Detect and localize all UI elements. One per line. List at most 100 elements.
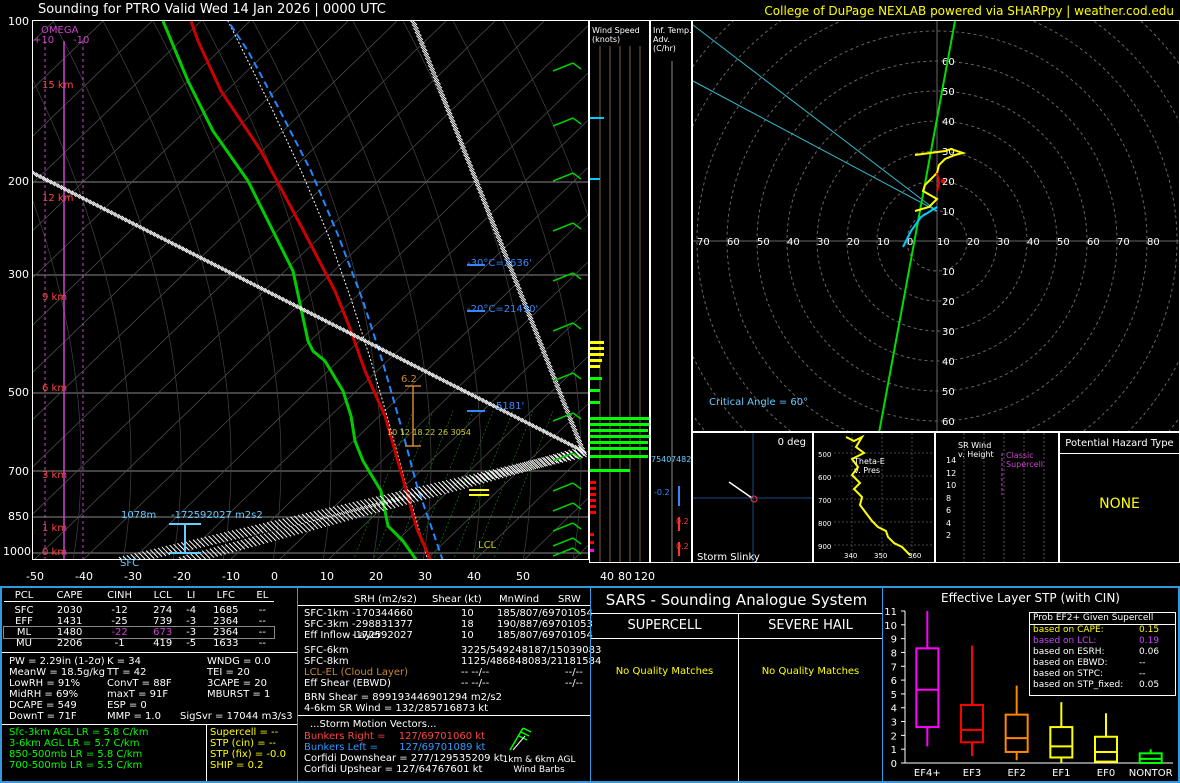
- hodo-x-label: 80: [1147, 237, 1160, 248]
- kin-srh-1: -170344660: [352, 608, 413, 619]
- thermo-col-1: PW = 2.29in (1-2σ) MeanW = 18.5g/kg LowR…: [9, 656, 105, 722]
- thermo-dcape: DCAPE = 549: [9, 700, 77, 711]
- hodo-y-label: 40: [942, 117, 955, 128]
- hodo-x-label: 70: [1117, 237, 1130, 248]
- kin-lclel-srw: --/--: [565, 667, 583, 678]
- temp-axis-label: 10: [320, 570, 334, 583]
- temp-axis-label: -10: [222, 570, 240, 583]
- sars-title: SARS - Sounding Analogue System: [605, 591, 868, 609]
- temp-adv-label-2: 7482: [671, 455, 692, 464]
- parcel-row-eff[interactable]: EFF 1431 -25 739 -3 2364 --: [4, 616, 274, 627]
- kin-brn: BRN Shear = 899193446901294 m2/s2 4-6km …: [304, 692, 502, 714]
- hodograph-panel[interactable]: 70 60 50 40 30 20 10 0 10 20 30 40 50 60 70 80 60 50 40 30 2…: [692, 20, 1180, 432]
- parcel-cell: 2030: [56, 605, 83, 616]
- parcel-header-pcl: PCL: [14, 590, 34, 601]
- lapse-rates: Sfc-3km AGL LR = 5.8 C/km 3-6km AGL LR =…: [9, 727, 148, 771]
- parcel-row-ml[interactable]: ML 1480 -22 673 -3 2364 --: [3, 626, 275, 639]
- parcel-cell: 1431: [56, 616, 83, 627]
- hodo-x-label: 50: [1057, 237, 1070, 248]
- sfc-label: SFC: [120, 558, 140, 569]
- parcel-cell: -4: [186, 605, 197, 616]
- thermo-mburst: MBURST = 1: [207, 689, 271, 700]
- hodo-y-label: 40: [942, 357, 955, 368]
- theta-e-panel: Theta-E v. Pres 500 600 700 800 900 340 …: [813, 432, 935, 563]
- stp-legend-value: --: [1139, 669, 1146, 679]
- hodo-x-label: 10: [937, 237, 950, 248]
- composite-supercell: Supercell = --: [210, 727, 279, 738]
- minus30-label: -30°C=2636': [467, 258, 532, 269]
- stp-legend-key: based on ESRH:: [1033, 647, 1105, 657]
- stp-legend-row: based on STPC: --: [1033, 669, 1175, 680]
- wind-axis-120: 120: [634, 570, 655, 583]
- bunkers-left-label: Bunkers Left =: [304, 742, 378, 753]
- parcel-cell: -5: [186, 638, 197, 649]
- hodo-x-label: 50: [757, 237, 770, 248]
- hodo-x-label: 60: [727, 237, 740, 248]
- kin-rows-2-srw: --/-- --/--: [565, 667, 583, 689]
- theta-x-360: 360: [908, 552, 922, 560]
- composite-ship: SHIP = 0.2: [210, 760, 264, 771]
- omega-plus: +10: [33, 35, 55, 46]
- theta-e-title: Theta-E v. Pres: [854, 457, 885, 475]
- hodo-y-label: 10: [942, 267, 955, 278]
- eff-inflow-label: -172592027 m2s2: [171, 510, 263, 521]
- bunkers-left-value: 127/69701089 kt: [399, 742, 486, 753]
- stp-legend-row: based on EBWD: --: [1033, 658, 1175, 669]
- stp-legend: Prob EF2+ Given Supercell based on CAPE:…: [1029, 612, 1176, 696]
- stp-legend-value: 0.15: [1139, 625, 1160, 635]
- hodo-y-label: 50: [942, 87, 955, 98]
- sars-supercell-title: SUPERCELL: [627, 618, 702, 633]
- stp-category-label: EF0: [1097, 768, 1115, 779]
- kin-sfc8km-label: SFC-8km: [304, 656, 349, 667]
- sr-y-14: 14: [946, 456, 957, 465]
- parcel-header-cape: CAPE: [56, 590, 83, 601]
- stp-y-tick: 3: [891, 718, 897, 729]
- stp-y-tick: 1: [891, 745, 897, 756]
- thermo-tei: TEI = 20: [207, 667, 250, 678]
- stp-box: [1049, 726, 1074, 759]
- dcape-label: 6.2: [401, 374, 417, 385]
- storm-slinky-panel: 0 deg Storm Slinky: [692, 432, 813, 563]
- corfidi-down: Corfidi Downshear = 277/129535209 kt: [304, 753, 504, 764]
- thermo-col-3: WNDG = 0.0 TEI = 20 3CAPE = 20 MBURST = …: [207, 656, 270, 700]
- parcel-header-el: EL: [256, 590, 269, 601]
- hodo-y-label: 50: [942, 387, 955, 398]
- stp-category-label: NONTOR: [1129, 768, 1173, 779]
- freeze-label: 5181': [496, 401, 525, 412]
- kin-sfc6km-label: SFC-6km: [304, 645, 349, 656]
- kin-rows-2: SFC-6km SFC-8km LCL-EL (Cloud Layer) Eff…: [304, 645, 408, 689]
- pressure-label-500: 500: [8, 386, 29, 399]
- stp-legend-value: 0.19: [1139, 636, 1160, 646]
- thermo-lowrh: LowRH = 91%: [9, 678, 81, 689]
- parcel-header-lcl: LCL: [153, 590, 172, 601]
- kin-effshear-label: Eff Shear (EBWD): [304, 678, 391, 689]
- stp-title: Effective Layer STP (with CIN): [941, 591, 1120, 605]
- parcel-row-sfc[interactable]: SFC 2030 -12 274 -4 1685 --: [4, 605, 274, 616]
- composite-stp-cin: STP (cin) = --: [210, 738, 277, 749]
- ship-numbers: 10 12 18 22 26 3054: [387, 428, 471, 437]
- pressure-label-1000: 1000: [3, 545, 31, 558]
- temp-axis-label: -30: [124, 570, 142, 583]
- sr-wind-y-axis: 14 12 10 8 6 4 2: [946, 433, 956, 543]
- skewt-panel[interactable]: OMEGA +10 -10 15 km 12 km 9 km 6 km 3 km…: [32, 20, 589, 560]
- parcel-row-mu[interactable]: MU 2206 -1 419 -5 1633 --: [4, 638, 274, 649]
- temp-axis-label: -20: [173, 570, 191, 583]
- theta-x-340: 340: [844, 552, 858, 560]
- sr-wind-panel: SR Wind v. Height Classic Supercell 14 1…: [935, 432, 1059, 563]
- thermo-maxt: maxT = 91F: [107, 689, 169, 700]
- sars-supercell-nomatch: No Quality Matches: [615, 666, 714, 677]
- pressure-label-850: 850: [8, 510, 29, 523]
- parcel-cell: -1: [114, 638, 125, 649]
- stp-legend-row: based on ESRH: 0.06: [1033, 647, 1175, 658]
- stp-category-label: EF3: [963, 768, 981, 779]
- height-9km: 9 km: [42, 292, 68, 303]
- thermo-wndg: WNDG = 0.0: [207, 656, 271, 667]
- stp-category-label: EF2: [1007, 768, 1025, 779]
- hodo-y-label: 10: [942, 207, 955, 218]
- parcel-cell: 1480: [56, 627, 83, 638]
- stp-legend-row: based on LCL: 0.19: [1033, 636, 1175, 647]
- parcel-cell: MU: [16, 638, 32, 649]
- hodo-y-label: 20: [942, 297, 955, 308]
- hazard-value: NONE: [1099, 496, 1140, 512]
- parcel-cell: --: [258, 638, 266, 649]
